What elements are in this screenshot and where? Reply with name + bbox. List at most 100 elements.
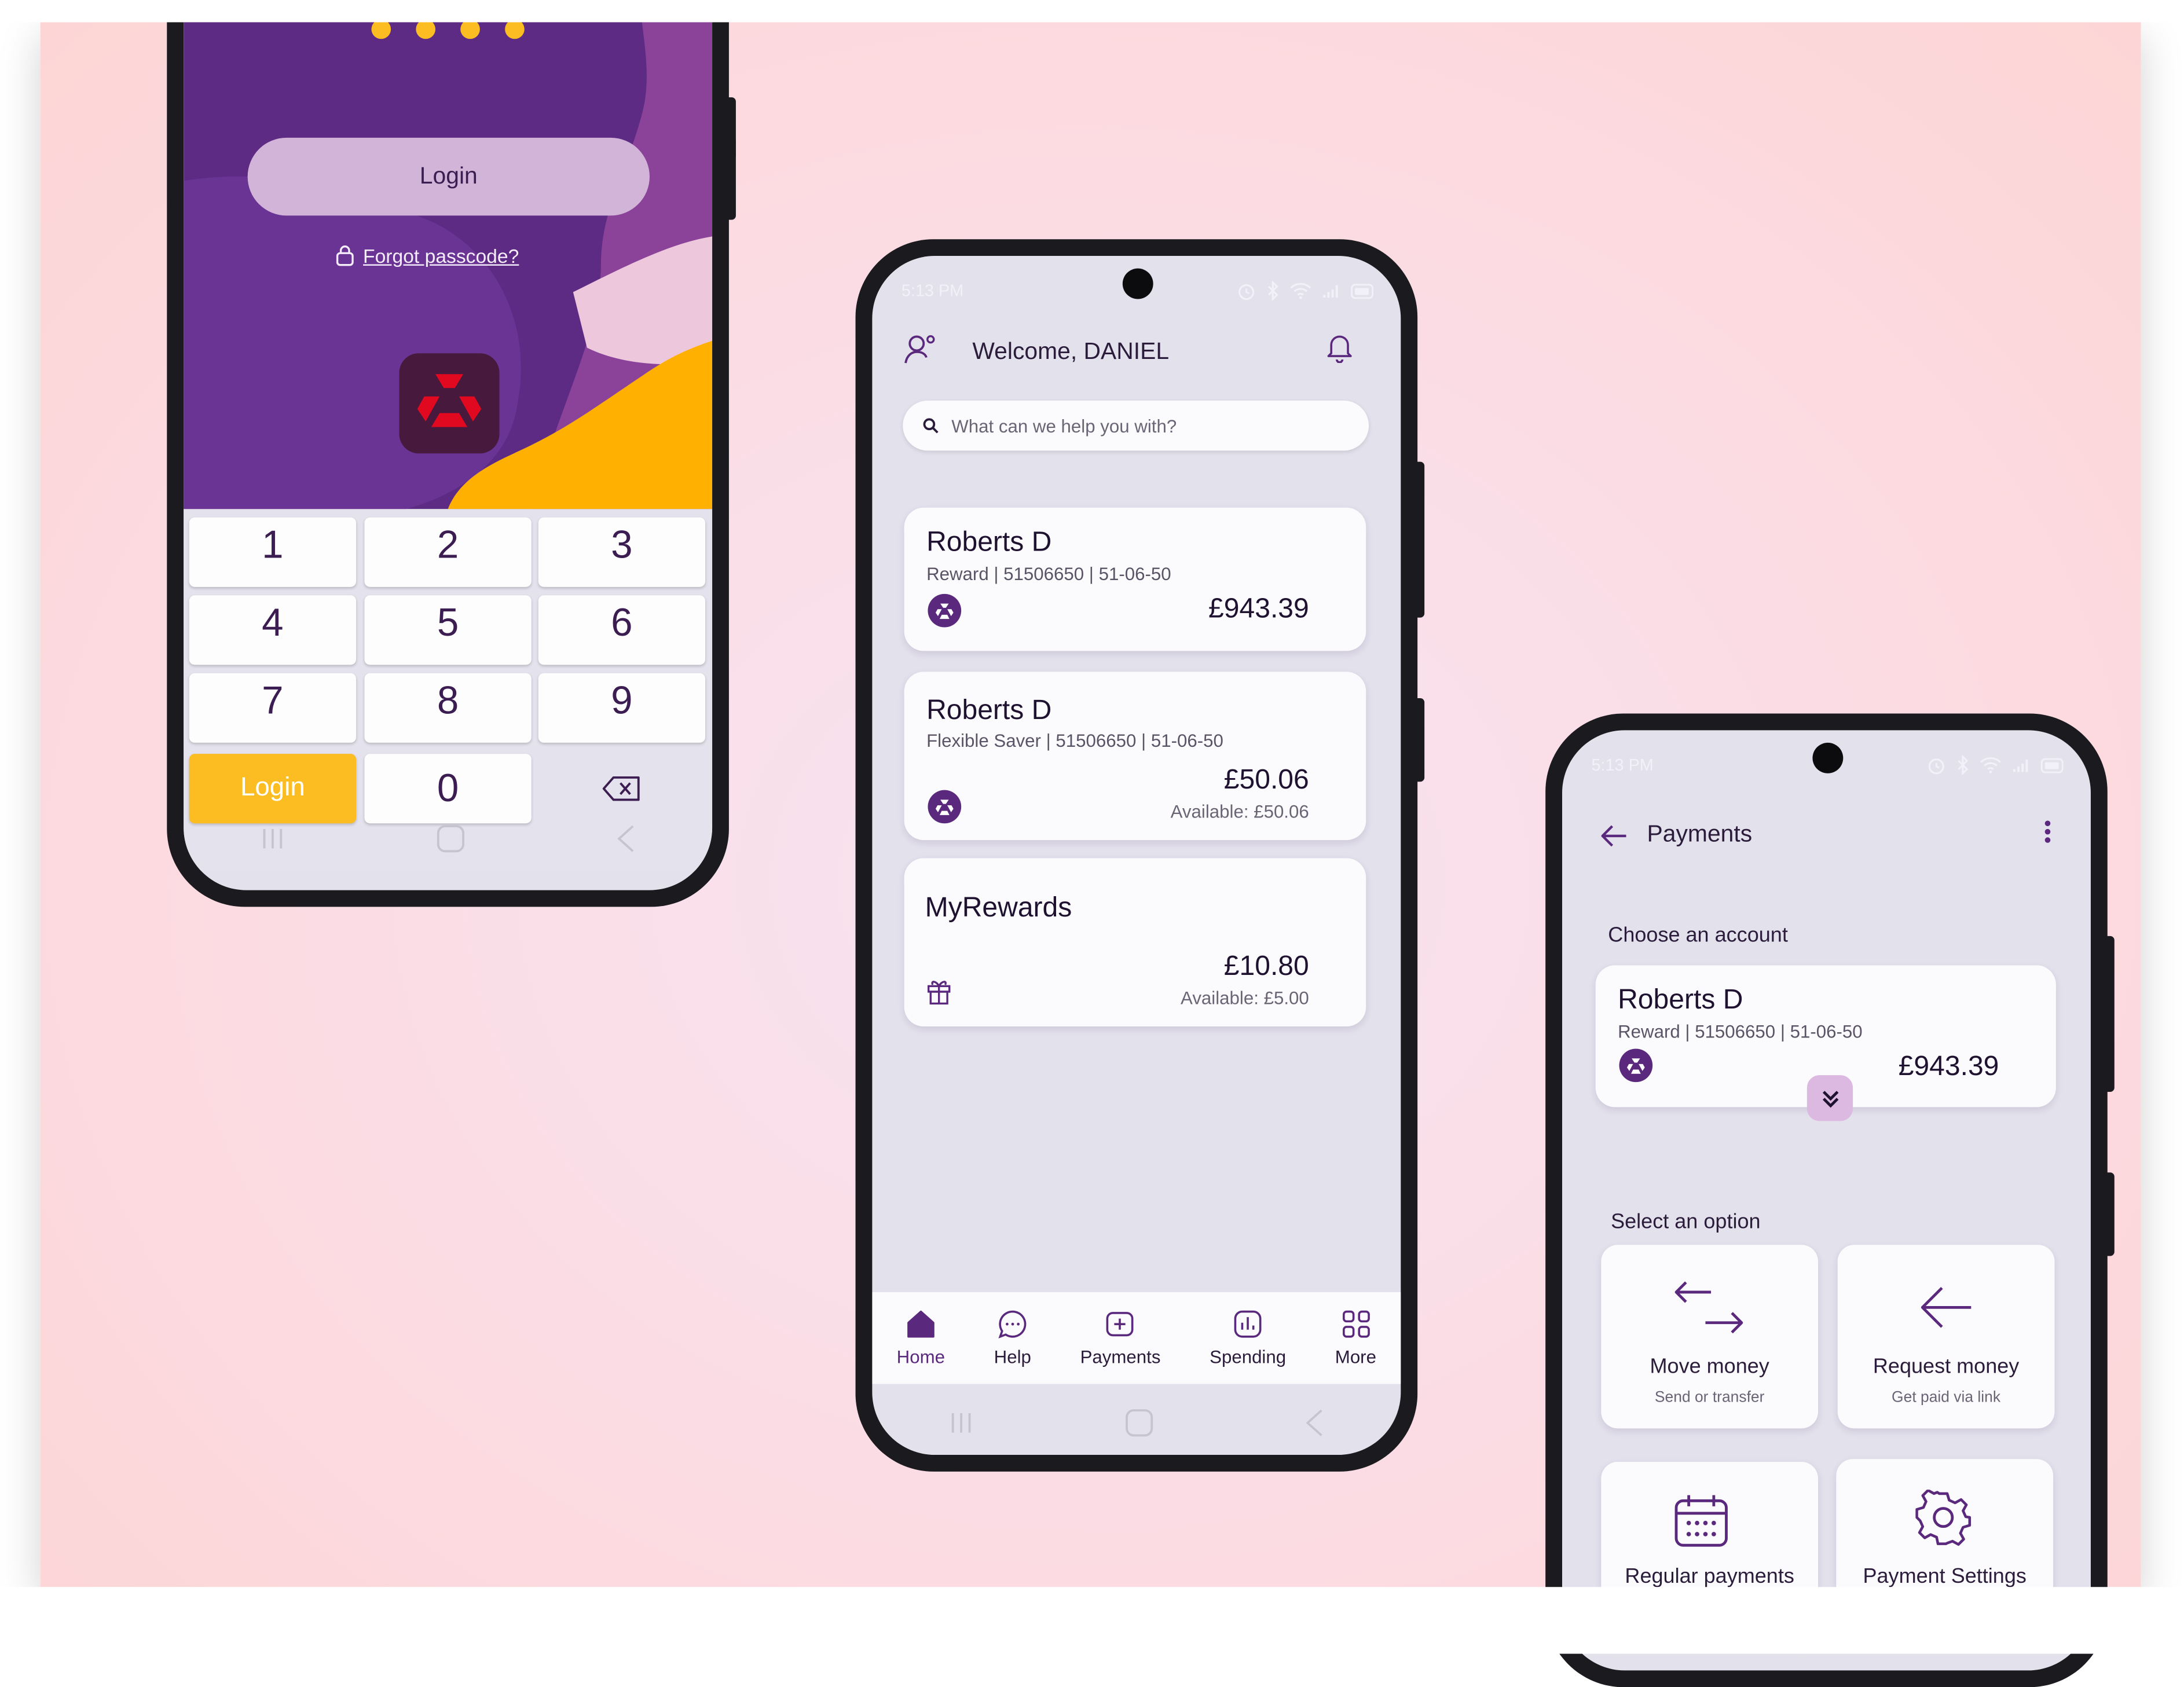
search-input[interactable]: What can we help you with?	[903, 400, 1369, 451]
home-nav-icon[interactable]	[435, 823, 466, 854]
choose-account-heading: Choose an account	[1608, 923, 1788, 948]
tab-label: Help	[994, 1346, 1031, 1367]
system-nav-bar	[184, 809, 712, 868]
grid-icon	[1342, 1310, 1369, 1338]
key-7[interactable]: 7	[189, 673, 357, 743]
account-balance: £50.06	[1223, 765, 1309, 796]
account-card-flexible-saver[interactable]: Roberts D Flexible Saver | 51506650 | 51…	[904, 672, 1366, 841]
notification-bell-icon[interactable]	[1326, 332, 1354, 364]
bluetooth-icon	[1958, 755, 1969, 775]
side-button	[2104, 1172, 2115, 1256]
search-placeholder: What can we help you with?	[951, 415, 1177, 437]
profile-settings-icon[interactable]	[903, 331, 939, 367]
phone-home: 5:13 PM Welcome, DANIEL What can we help…	[855, 239, 1425, 1472]
recents-icon[interactable]	[258, 826, 286, 851]
battery-icon	[2040, 757, 2064, 773]
request-money-option[interactable]: Request money Get paid via link	[1837, 1245, 2055, 1429]
myrewards-card[interactable]: MyRewards £10.80 Available: £5.00	[904, 858, 1366, 1027]
side-button	[1415, 461, 1425, 618]
login-button[interactable]: Login	[247, 137, 650, 216]
account-name: Roberts D	[926, 695, 1052, 727]
option-label: Move money	[1650, 1355, 1769, 1378]
request-money-icon	[1921, 1287, 1972, 1328]
home-nav-icon[interactable]	[1124, 1407, 1155, 1438]
natwest-small-logo-icon	[928, 790, 962, 824]
account-balance: £943.39	[1208, 593, 1309, 625]
key-6[interactable]: 6	[538, 595, 706, 665]
side-button	[1415, 698, 1425, 782]
tab-spending[interactable]: Spending	[1210, 1309, 1286, 1367]
move-money-icon	[1674, 1281, 1743, 1334]
system-nav-bar	[872, 1393, 1401, 1452]
alarm-icon	[1928, 758, 1944, 775]
key-3[interactable]: 3	[538, 517, 706, 587]
key-4[interactable]: 4	[189, 595, 357, 665]
double-chevron-down-icon	[1822, 1090, 1838, 1107]
status-time: 5:13 PM	[1591, 755, 1654, 775]
back-nav-icon[interactable]	[615, 823, 637, 854]
natwest-small-logo-icon	[928, 593, 962, 628]
bluetooth-icon	[1267, 281, 1278, 300]
natwest-small-logo-icon	[1619, 1048, 1653, 1083]
option-label: Regular payments	[1625, 1564, 1794, 1589]
back-nav-icon[interactable]	[1304, 1407, 1326, 1438]
page-title: Payments	[1647, 820, 1753, 848]
move-money-option[interactable]: Move money Send or transfer	[1601, 1245, 1819, 1429]
status-bar: 5:13 PM	[1562, 755, 2091, 778]
natwest-logo-mark	[417, 374, 482, 427]
backspace-icon	[602, 776, 640, 801]
tab-label: Home	[896, 1346, 946, 1367]
forgot-passcode-label: Forgot passcode?	[363, 244, 519, 267]
lock-icon	[336, 245, 354, 266]
tab-label: Payments	[1080, 1346, 1161, 1367]
welcome-heading: Welcome, DANIEL	[972, 338, 1170, 365]
key-2[interactable]: 2	[364, 517, 532, 587]
account-details: Reward | 51506650 | 51-06-50	[926, 563, 1171, 585]
recents-icon[interactable]	[947, 1410, 974, 1435]
wifi-icon	[1290, 283, 1311, 299]
option-label: Payment Settings	[1863, 1564, 2027, 1589]
select-option-heading: Select an option	[1611, 1210, 1761, 1234]
option-sub: Send or transfer	[1654, 1389, 1765, 1406]
account-details: Reward | 51506650 | 51-06-50	[1618, 1021, 1863, 1042]
keypad: 1 2 3 4 5 6 7 8 9 Login 0	[184, 509, 713, 871]
signal-icon	[2013, 759, 2028, 772]
account-details: Flexible Saver | 51506650 | 51-06-50	[926, 730, 1223, 751]
account-balance: £943.39	[1898, 1051, 1999, 1083]
phone-login: Login Forgot passcode? 1 2 3 4 5 6 7 8 9…	[167, 0, 736, 907]
expand-accounts-button[interactable]	[1806, 1075, 1853, 1121]
account-name: Roberts D	[1618, 984, 1743, 1015]
login-screen: Login Forgot passcode? 1 2 3 4 5 6 7 8 9…	[184, 0, 713, 890]
tab-payments[interactable]: Payments	[1080, 1309, 1161, 1367]
chat-icon	[998, 1310, 1027, 1338]
showcase-stage: Login Forgot passcode? 1 2 3 4 5 6 7 8 9…	[0, 0, 2184, 1687]
gear-icon	[1915, 1490, 1972, 1546]
payments-screen: 5:13 PM Payments Choose an account Rober…	[1562, 730, 2091, 1671]
tab-help[interactable]: Help	[994, 1309, 1031, 1367]
key-5[interactable]: 5	[364, 595, 532, 665]
tab-more[interactable]: More	[1335, 1309, 1376, 1367]
rewards-balance: £10.80	[1223, 951, 1309, 982]
tab-home[interactable]: Home	[897, 1309, 945, 1367]
natwest-logo	[399, 353, 500, 454]
selected-account-card[interactable]: Roberts D Reward | 51506650 | 51-06-50 £…	[1595, 965, 2056, 1121]
forgot-passcode-link[interactable]: Forgot passcode?	[334, 242, 570, 270]
key-1[interactable]: 1	[189, 517, 357, 587]
home-icon	[907, 1310, 935, 1338]
search-icon	[923, 418, 939, 434]
back-arrow-icon[interactable]	[1598, 823, 1629, 848]
account-name: Roberts D	[926, 527, 1052, 558]
rewards-name: MyRewards	[925, 893, 1072, 924]
gift-icon	[927, 981, 951, 1005]
bottom-tab-bar: Home Help Payments Spending More	[872, 1292, 1401, 1384]
account-card-reward[interactable]: Roberts D Reward | 51506650 | 51-06-50 £…	[904, 507, 1366, 651]
signal-icon	[1323, 285, 1338, 298]
key-8[interactable]: 8	[364, 673, 532, 743]
spending-icon	[1234, 1310, 1262, 1338]
more-options-icon[interactable]	[2043, 819, 2051, 844]
account-available: Available: £50.06	[1170, 801, 1309, 822]
key-9[interactable]: 9	[538, 673, 706, 743]
alarm-icon	[1238, 284, 1255, 300]
calendar-icon	[1674, 1495, 1728, 1547]
side-button	[726, 136, 736, 220]
